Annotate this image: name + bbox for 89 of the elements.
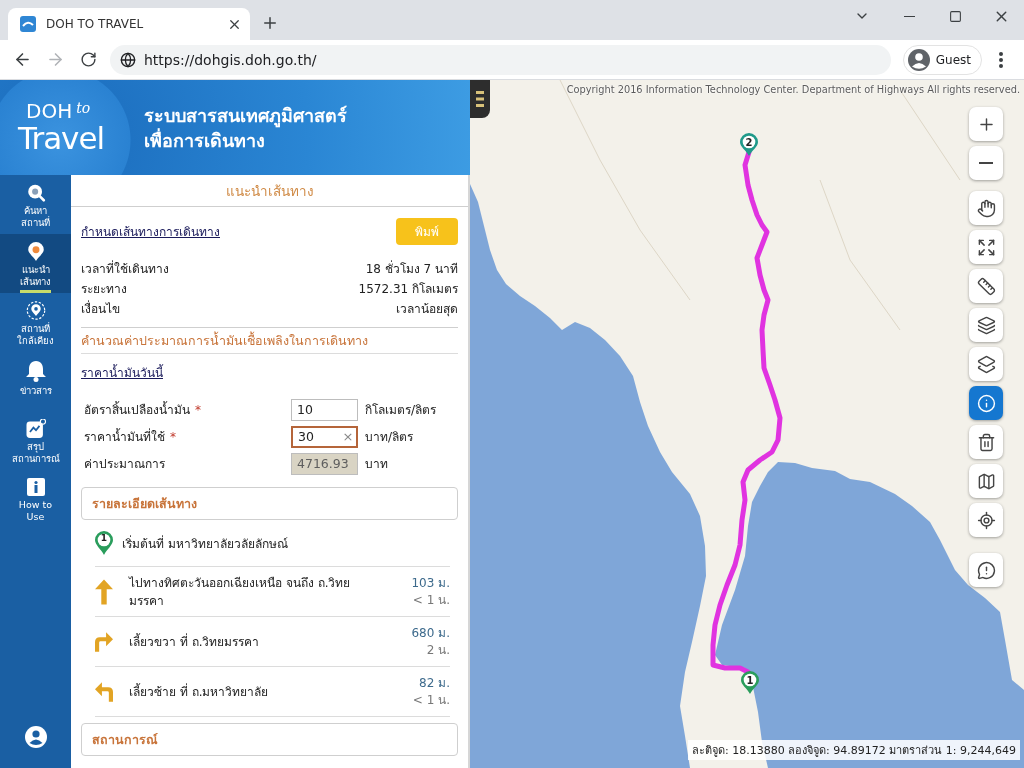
sidebar-item[interactable]: สถานที่ ใกล้เคียง [0,293,71,352]
trash-icon [976,432,996,452]
fuel-price-link[interactable]: ราคาน้ำมันวันนี้ [81,362,163,382]
address-bar[interactable]: https://dohgis.doh.go.th/ [110,44,891,75]
fullscreen-button[interactable] [969,230,1003,264]
sidebar-item[interactable]: ค้นหา สถานที่ [0,175,71,234]
step-distance: 82 ม. [419,674,450,692]
hand-icon [976,198,996,218]
sidebar-item[interactable]: แนะนำ เส้นทาง [0,234,71,293]
basemap-button[interactable] [969,464,1003,498]
reload-icon [79,51,97,68]
site-icon [20,16,36,32]
map-icon [976,471,996,491]
delete-button[interactable] [969,425,1003,459]
route-marker[interactable]: 1 [741,671,759,694]
crosshair-icon [976,510,996,530]
input-field[interactable]: 10 [291,398,358,421]
step-text: เริ่มต้นที่ มหาวิทยาลัยวลัยลักษณ์ [122,534,288,553]
summary-value: 18 ชั่วโมง 7 นาที [365,259,458,279]
site-title: ระบบสารสนเทศภูมิศาสตร์ เพื่อการเดินทาง [144,103,348,153]
info-icon [26,478,45,496]
info-icon [976,393,996,413]
step-text: เลี้ยวขวา ที่ ถ.วิทยมรรคา [129,632,261,651]
summary-value: 1572.31 กิโลเมตร [358,281,458,299]
summary-value: เวลาน้อยสุด [396,300,458,318]
profile-button[interactable]: Guest [902,44,982,75]
layers-icon [976,315,996,335]
measure-button[interactable] [969,269,1003,303]
summary-label: ระยะทาง [81,281,127,299]
field-label: ค่าประมาณการ [83,456,166,474]
copyright-text: Copyright 2016 Information Technology Center. Department of Highways All rights reserved. [566,84,1020,95]
maximize-icon [948,9,962,23]
arrow-up-icon [95,577,113,606]
locate-button[interactable] [969,503,1003,537]
feedback-button[interactable] [969,553,1003,587]
user-icon [907,48,930,71]
step-text: เลี้ยวซ้าย ที่ ถ.มหาวิทยาลัย [129,682,270,701]
step-duration: 2 น. [426,641,450,659]
browser-tab[interactable]: DOH TO TRAVEL [8,8,250,40]
unit-label: บาท/ลิตร [365,429,415,447]
section-header[interactable]: สถานการณ์ [81,723,458,757]
logo-text: DOH [26,101,73,121]
info-button[interactable] [969,386,1003,420]
step-text: ไปทางทิศตะวันออกเฉียงเหนือ จนถึง ถ.วิทยมรรคา [129,574,352,610]
account-button[interactable] [23,725,48,749]
input-field: 4716.93 [291,452,358,475]
layers-icon [976,354,996,374]
step-distance: 680 ม. [411,624,450,642]
route-settings-link[interactable]: กำหนดเส้นทางการเดินทาง [81,221,220,241]
globe-icon [120,51,136,68]
sidebar-item[interactable]: สรุป สถานการณ์ [0,411,71,470]
field-label: อัตราสิ้นเปลืองน้ำมัน * [83,400,202,420]
clear-button[interactable]: × [342,428,354,445]
menu-icon [476,91,484,107]
menu-dots-icon [999,51,1003,68]
summary-label: เงื่อนไข [81,299,120,318]
panel-toggle-button[interactable] [470,80,490,118]
expand-icon [976,237,996,257]
step-distance: 103 ม. [411,574,450,592]
user-icon [24,726,47,748]
panel-title: แนะนำเส้นทาง [71,175,468,207]
zoom-out-button[interactable] [969,146,1003,180]
sidebar-item[interactable]: ข่าวสาร [0,352,71,411]
coordinate-bar: ละติจูด: 18.13880 ลองจิจูด: 94.89172 มาตราส่วน 1: 9,244,649 [687,740,1020,760]
minus-icon [979,162,993,164]
unit-label: กิโลเมตร/ลิตร [365,402,438,420]
section-title: คำนวณค่าประมาณการน้ำมันเชื้อเพลิงในการเดินทาง [81,328,458,355]
unit-label: บาท [365,456,389,474]
route-marker[interactable]: 2 [740,133,758,156]
layers-button[interactable] [969,308,1003,342]
field-label: ราคาน้ำมันที่ใช้ * [83,427,177,447]
logo-text: Travel [18,123,105,154]
pin-icon [26,242,45,261]
minimize-icon [903,15,915,17]
add-layer-button[interactable] [969,347,1003,381]
step-duration: < 1 น. [412,591,450,609]
plus-icon [261,14,279,32]
step-duration: < 1 น. [412,691,450,709]
ruler-icon [976,276,996,296]
summary-label: เวลาที่ใช้เดินทาง [81,259,169,279]
sidebar-item[interactable]: How to Use [0,470,71,529]
url-text: https://dohgis.doh.go.th/ [144,51,317,68]
bell-icon [25,360,46,382]
speech-bubble-icon [976,560,996,580]
start-marker-icon: 1 [95,531,113,556]
pan-button[interactable] [969,191,1003,225]
chart-icon [24,419,47,438]
logo-text: to [76,101,91,115]
zoom-in-button[interactable] [969,107,1003,141]
